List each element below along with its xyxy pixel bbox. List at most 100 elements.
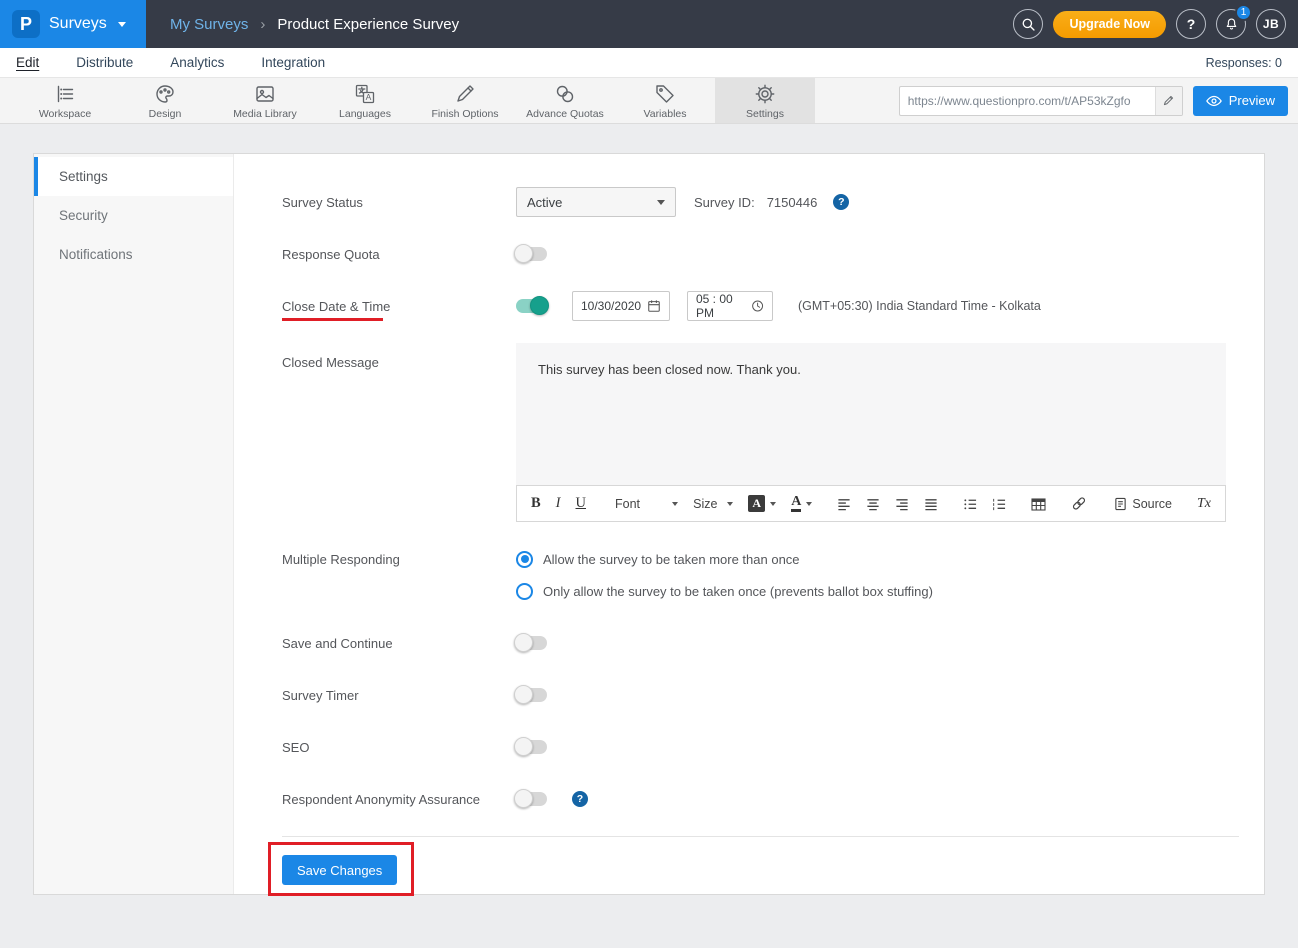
align-left-button[interactable] [837, 497, 851, 511]
ribbon-item-workspace[interactable]: Workspace [15, 78, 115, 123]
tab-edit[interactable]: Edit [16, 55, 39, 70]
sidebar-item-settings[interactable]: Settings [34, 157, 233, 196]
product-switcher[interactable]: P Surveys [0, 0, 146, 48]
survey-url-box [899, 86, 1183, 116]
toggle-knob [514, 789, 533, 808]
toggle-knob [514, 244, 533, 263]
chevron-down-icon [727, 502, 733, 506]
close-date-value: 10/30/2020 [581, 299, 641, 313]
settings-sidebar: Settings Security Notifications [34, 154, 234, 894]
background-color-dropdown[interactable]: A [791, 495, 812, 513]
bulleted-list-button[interactable] [963, 497, 977, 511]
ribbon-item-advance-quotas[interactable]: Advance Quotas [515, 78, 615, 123]
survey-url-field[interactable] [900, 94, 1155, 108]
help-icon: ? [1187, 16, 1196, 32]
languages-icon: A [353, 82, 377, 106]
tab-distribute[interactable]: Distribute [76, 55, 133, 70]
ribbon-item-finish-options[interactable]: Finish Options [415, 78, 515, 123]
close-date-time-row: Close Date & Time 10/30/2020 05 : 00 PM … [282, 291, 1239, 321]
align-justify-icon [924, 497, 938, 511]
numbered-list-button[interactable] [992, 497, 1006, 511]
preview-label: Preview [1229, 93, 1275, 108]
radio-unchecked-icon[interactable] [516, 583, 533, 600]
close-date-field[interactable]: 10/30/2020 [572, 291, 670, 321]
close-date-time-toggle[interactable] [516, 299, 547, 313]
settings-form: Survey Status Active Survey ID: 7150446 … [234, 154, 1264, 894]
anonymity-help-icon[interactable]: ? [572, 791, 588, 807]
sidebar-item-security[interactable]: Security [34, 196, 233, 235]
responses-count: Responses: 0 [1206, 56, 1282, 70]
align-right-button[interactable] [895, 497, 909, 511]
survey-status-select[interactable]: Active [516, 187, 676, 217]
insert-table-button[interactable] [1031, 497, 1046, 511]
bell-icon [1224, 16, 1239, 32]
breadcrumb: My Surveys › Product Experience Survey [170, 16, 459, 33]
tab-integration[interactable]: Integration [261, 55, 325, 70]
closed-message-editor: This survey has been closed now. Thank y… [516, 343, 1226, 522]
ribbon-item-variables[interactable]: Variables [615, 78, 715, 123]
align-right-icon [895, 497, 909, 511]
ribbon-label: Design [149, 108, 182, 120]
settings-gear-icon [753, 82, 777, 106]
media-library-icon [253, 82, 277, 106]
search-button[interactable] [1013, 9, 1043, 39]
chevron-down-icon [806, 502, 812, 506]
ribbon-item-design[interactable]: Design [115, 78, 215, 123]
remove-format-button[interactable]: Tx [1197, 496, 1211, 512]
insert-link-button[interactable] [1071, 496, 1087, 511]
source-button[interactable]: Source [1114, 497, 1172, 511]
ribbon-item-settings[interactable]: Settings [715, 78, 815, 123]
ribbon-item-languages[interactable]: A Languages [315, 78, 415, 123]
save-changes-button[interactable]: Save Changes [282, 855, 397, 885]
help-button[interactable]: ? [1176, 9, 1206, 39]
avatar[interactable]: JB [1256, 9, 1286, 39]
tab-analytics[interactable]: Analytics [170, 55, 224, 70]
underline-button[interactable]: U [576, 496, 586, 511]
sidebar-item-notifications[interactable]: Notifications [34, 235, 233, 274]
sidebar-item-label: Notifications [59, 247, 133, 262]
survey-id-help-icon[interactable]: ? [833, 194, 849, 210]
close-time-field[interactable]: 05 : 00 PM [687, 291, 773, 321]
nav-tabs: Edit Distribute Analytics Integration [16, 55, 325, 70]
timezone-text: (GMT+05:30) India Standard Time - Kolkat… [798, 299, 1041, 313]
main-nav: Edit Distribute Analytics Integration Re… [0, 48, 1298, 78]
response-quota-label: Response Quota [282, 247, 516, 262]
anonymity-toggle[interactable] [516, 792, 547, 806]
font-dropdown-value: Font [615, 497, 667, 511]
bold-button[interactable]: B [531, 496, 541, 511]
response-quota-toggle[interactable] [516, 247, 547, 261]
source-label: Source [1132, 497, 1172, 511]
form-divider [282, 836, 1239, 837]
align-center-button[interactable] [866, 497, 880, 511]
ribbon-label: Workspace [39, 108, 91, 120]
ribbon-item-media-library[interactable]: Media Library [215, 78, 315, 123]
logo-letter: P [20, 14, 32, 35]
annotation-underline [282, 318, 383, 321]
radio-option-more-than-once[interactable]: Allow the survey to be taken more than o… [516, 544, 933, 574]
closed-message-textarea[interactable]: This survey has been closed now. Thank y… [516, 343, 1226, 485]
ribbon-label: Advance Quotas [526, 108, 604, 120]
eye-icon [1206, 95, 1222, 107]
align-justify-button[interactable] [924, 497, 938, 511]
text-color-dropdown[interactable]: A [748, 495, 776, 512]
seo-toggle[interactable] [516, 740, 547, 754]
survey-timer-toggle[interactable] [516, 688, 547, 702]
radio-checked-icon[interactable] [516, 551, 533, 568]
toggle-knob [530, 296, 549, 315]
toggle-knob [514, 633, 533, 652]
edit-url-button[interactable] [1155, 87, 1182, 115]
size-dropdown[interactable]: Size [693, 497, 733, 511]
upgrade-button[interactable]: Upgrade Now [1053, 11, 1166, 38]
text-color-icon: A [748, 495, 765, 512]
breadcrumb-my-surveys[interactable]: My Surveys [170, 16, 248, 33]
radio-option-only-once[interactable]: Only allow the survey to be taken once (… [516, 576, 933, 606]
italic-button[interactable]: I [556, 496, 561, 511]
multiple-responding-options: Allow the survey to be taken more than o… [516, 544, 933, 606]
save-and-continue-toggle[interactable] [516, 636, 547, 650]
closed-message-row: Closed Message This survey has been clos… [282, 343, 1239, 522]
notifications-button[interactable]: 1 [1216, 9, 1246, 39]
sidebar-item-label: Settings [59, 169, 108, 184]
font-dropdown[interactable]: Font [615, 497, 678, 511]
preview-button[interactable]: Preview [1193, 86, 1288, 116]
survey-status-row: Survey Status Active Survey ID: 7150446 … [282, 187, 1239, 217]
